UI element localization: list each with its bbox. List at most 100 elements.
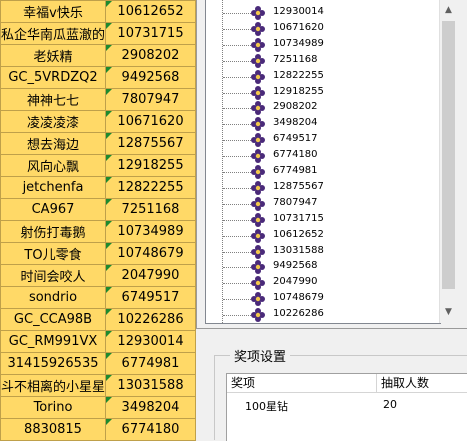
column-header-count[interactable]: 抽取人数: [377, 374, 467, 393]
tree-item-label: 3498204: [273, 117, 318, 129]
vertical-scrollbar[interactable]: ▲ ▼: [439, 0, 457, 323]
name-cell[interactable]: 31415926535: [0, 352, 107, 375]
tree-item[interactable]: 2047990: [206, 275, 440, 291]
tree-item[interactable]: 10734989: [206, 37, 440, 53]
name-cell[interactable]: GC_5VRDZQ2: [0, 66, 107, 89]
count-cell[interactable]: 20: [383, 398, 397, 411]
name-cell[interactable]: 射伤打毒鹅: [0, 220, 107, 243]
tree-connector: [223, 76, 251, 78]
cell-marker-icon: [106, 89, 113, 95]
tree-list[interactable]: 12930014 10671620 10734989 7251168 12822255 1…: [205, 0, 441, 324]
flower-icon: [250, 100, 266, 116]
name-cell[interactable]: 想去海边: [0, 132, 107, 155]
tree-item[interactable]: 6774981: [206, 164, 440, 180]
tree-item[interactable]: 6774180: [206, 148, 440, 164]
cell-marker-icon: [106, 67, 113, 73]
tree-item[interactable]: 10226286: [206, 307, 440, 323]
id-cell[interactable]: 12875567: [105, 132, 196, 155]
sheet-row: GC_RM991VX 12930014: [0, 330, 196, 353]
tree-item[interactable]: 12930014: [206, 5, 440, 21]
tree-item[interactable]: 9492568: [206, 259, 440, 275]
name-cell[interactable]: 私企华南瓜蓝澈的: [0, 22, 107, 45]
prize-grid[interactable]: 奖项 抽取人数 100星钻 20: [226, 373, 467, 441]
cell-marker-icon: [106, 1, 113, 7]
tree-item-label: 13031588: [273, 244, 324, 256]
tree-connector: [223, 219, 251, 221]
tree-item-label: 2908202: [273, 101, 318, 113]
id-cell[interactable]: 10731715: [105, 22, 196, 45]
sheet-row: sondrio 6749517: [0, 286, 196, 309]
id-cell[interactable]: 7807947: [105, 88, 196, 111]
name-cell[interactable]: 风向心飘: [0, 154, 107, 177]
column-header-prize[interactable]: 奖项: [227, 374, 377, 393]
sheet-row: 幸福v快乐 10612652: [0, 0, 196, 23]
id-cell[interactable]: 3498204: [105, 396, 196, 419]
name-cell[interactable]: jetchenfa: [0, 176, 107, 199]
id-cell[interactable]: 2908202: [105, 44, 196, 67]
id-cell[interactable]: 2047990: [105, 264, 196, 287]
name-cell[interactable]: CA967: [0, 198, 107, 221]
flower-icon: [250, 275, 266, 291]
tree-item-label: 9492568: [273, 260, 318, 272]
cell-marker-icon: [106, 221, 113, 227]
id-cell[interactable]: 12918255: [105, 154, 196, 177]
flower-icon: [250, 196, 266, 212]
name-cell[interactable]: GC_CCA98B: [0, 308, 107, 331]
tree-connector: [223, 92, 251, 94]
sheet-row: 老妖精 2908202: [0, 44, 196, 67]
name-cell[interactable]: 8830815: [0, 418, 107, 441]
id-cell[interactable]: 6749517: [105, 286, 196, 309]
id-cell[interactable]: 12930014: [105, 330, 196, 353]
tree-item[interactable]: 3498204: [206, 116, 440, 132]
tree-item[interactable]: 2908202: [206, 100, 440, 116]
name-cell[interactable]: sondrio: [0, 286, 107, 309]
id-cell[interactable]: 10748679: [105, 242, 196, 265]
id-cell[interactable]: 6774180: [105, 418, 196, 441]
id-cell[interactable]: 10226286: [105, 308, 196, 331]
prize-cell[interactable]: 100星钻: [245, 398, 288, 414]
name-cell[interactable]: 时间会咬人: [0, 264, 107, 287]
id-cell[interactable]: 12822255: [105, 176, 196, 199]
tree-item[interactable]: 12875567: [206, 180, 440, 196]
tree-item[interactable]: 12918255: [206, 85, 440, 101]
name-cell[interactable]: TO儿零食: [0, 242, 107, 265]
scroll-thumb[interactable]: [442, 21, 455, 289]
tree-item[interactable]: 10612652: [206, 228, 440, 244]
name-cell[interactable]: 幸福v快乐: [0, 0, 107, 23]
tree-item-label: 10734989: [273, 37, 324, 49]
id-cell[interactable]: 7251168: [105, 198, 196, 221]
sheet-row: 斗不相离的小星星 13031588: [0, 374, 196, 397]
name-cell[interactable]: GC_RM991VX: [0, 330, 107, 353]
name-cell[interactable]: Torino: [0, 396, 107, 419]
scroll-down-icon[interactable]: ▼: [440, 304, 457, 321]
id-cell[interactable]: 9492568: [105, 66, 196, 89]
tree-item[interactable]: 10748679: [206, 291, 440, 307]
tree-item[interactable]: 10731715: [206, 212, 440, 228]
cell-marker-icon: [106, 111, 113, 117]
name-cell[interactable]: 凌凌凌漆: [0, 110, 107, 133]
sheet-row: TO儿零食 10748679: [0, 242, 196, 265]
id-cell[interactable]: 10612652: [105, 0, 196, 23]
sheet-row: 私企华南瓜蓝澈的 10731715: [0, 22, 196, 45]
tree-item[interactable]: 10671620: [206, 21, 440, 37]
id-cell[interactable]: 6774981: [105, 352, 196, 375]
name-cell[interactable]: 神神七七: [0, 88, 107, 111]
tree-item[interactable]: 12822255: [206, 69, 440, 85]
tree-item[interactable]: 7251168: [206, 53, 440, 69]
tree-item-label: 7251168: [273, 53, 318, 65]
sheet-row: 8830815 6774180: [0, 418, 196, 441]
id-cell[interactable]: 10671620: [105, 110, 196, 133]
id-cell[interactable]: 10734989: [105, 220, 196, 243]
tree-item[interactable]: 6749517: [206, 132, 440, 148]
cell-marker-icon: [106, 419, 113, 425]
tree-connector: [223, 44, 251, 46]
flower-icon: [250, 5, 266, 21]
tree-item[interactable]: 13031588: [206, 244, 440, 260]
name-cell[interactable]: 斗不相离的小星星: [0, 374, 107, 397]
id-cell[interactable]: 13031588: [105, 374, 196, 397]
cell-marker-icon: [106, 287, 113, 293]
tree-item[interactable]: 7807947: [206, 196, 440, 212]
scroll-up-icon[interactable]: ▲: [440, 2, 457, 19]
tree-connector: [223, 13, 251, 14]
name-cell[interactable]: 老妖精: [0, 44, 107, 67]
